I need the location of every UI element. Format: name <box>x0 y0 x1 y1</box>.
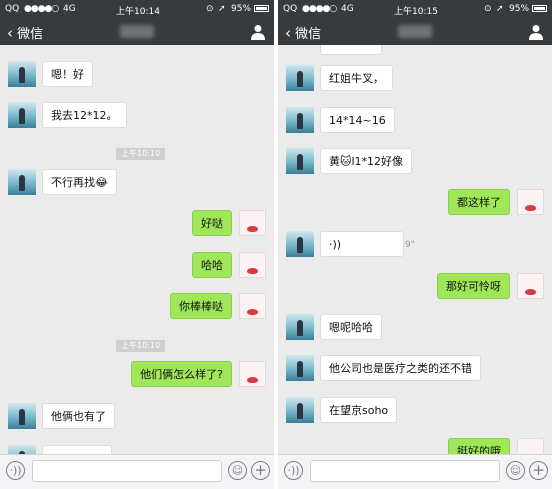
message-input[interactable] <box>310 460 500 482</box>
input-bar: ·)) ☺ + <box>278 454 552 489</box>
battery-icon <box>254 5 269 12</box>
chat-title-blurred <box>398 25 432 38</box>
message-bubble[interactable]: 黄🐱l1*12好像 <box>320 148 413 174</box>
status-bar: QQ ●●●●○ 4G 上午10:14 ⊙ ➚ 95% <box>0 0 274 19</box>
message-bubble[interactable]: 我去12*12。 <box>42 102 127 128</box>
avatar[interactable] <box>8 61 36 87</box>
message-list[interactable]: 红姐牛叉， 14*14~16 黄🐱l1*12好像 都这样了 ·)) 9" 那好可… <box>278 45 552 454</box>
nav-bar: ‹ 微信 <box>278 19 552 45</box>
avatar[interactable] <box>286 65 314 91</box>
message-bubble[interactable]: 都这样了 <box>448 189 510 215</box>
rotation-lock-icon: ⊙ <box>206 4 214 14</box>
nav-bar: ‹ 微信 <box>0 19 274 45</box>
chevron-left-icon: ‹ <box>285 24 291 42</box>
back-button[interactable]: ‹ 微信 <box>7 23 43 42</box>
chat-title-blurred <box>120 25 154 38</box>
avatar[interactable] <box>239 252 266 278</box>
voice-icon: ·)) <box>329 238 342 251</box>
avatar[interactable] <box>8 445 36 454</box>
voice-icon[interactable]: ·)) <box>6 461 25 480</box>
chat-screen-right: QQ ●●●●○ 4G 上午10:15 ⊙ ➚ 95% ‹ 微信 红姐牛叉， 1… <box>278 0 552 489</box>
avatar[interactable] <box>8 169 36 195</box>
message-bubble[interactable]: 不行再找😂 <box>42 169 117 195</box>
avatar[interactable] <box>286 397 314 423</box>
message-bubble[interactable] <box>320 45 382 55</box>
avatar[interactable] <box>286 231 314 257</box>
avatar[interactable] <box>239 293 266 319</box>
message-bubble[interactable]: 他们俩怎么样了? <box>131 361 232 387</box>
plus-icon[interactable]: + <box>529 461 548 480</box>
message-bubble[interactable]: 你棒棒哒 <box>170 293 232 319</box>
signal-strength: ●●●●○ <box>302 4 337 14</box>
battery-icon <box>532 5 547 12</box>
input-bar: ·)) ☺ + <box>0 454 274 489</box>
person-icon[interactable] <box>251 24 265 40</box>
message-list[interactable]: 嗯！好 我去12*12。 上午10:10 不行再找😂 好哒 哈哈 你棒棒哒 上午… <box>0 45 274 454</box>
network-label: 4G <box>63 4 76 14</box>
message-bubble[interactable]: 他公司也是医疗之类的还不错 <box>320 355 481 381</box>
clock: 上午10:15 <box>394 7 438 17</box>
message-bubble[interactable]: 好哒 <box>192 210 232 236</box>
message-bubble[interactable]: 嗯呢哈哈 <box>320 314 382 340</box>
back-label: 微信 <box>17 27 44 42</box>
battery-percent: 95% <box>231 4 252 14</box>
plus-icon[interactable]: + <box>251 461 270 480</box>
avatar[interactable] <box>286 148 314 174</box>
message-bubble[interactable]: 哈哈 <box>192 252 232 278</box>
voice-icon[interactable]: ·)) <box>284 461 303 480</box>
message-bubble[interactable]: 嗯！好 <box>42 61 93 87</box>
message-bubble[interactable]: 红姐牛叉， <box>320 65 393 91</box>
message-bubble[interactable]: 挺好的哦 <box>448 438 510 454</box>
signal-strength: ●●●●○ <box>24 4 59 14</box>
message-bubble[interactable]: 在望京soho <box>320 397 398 423</box>
emoji-icon[interactable]: ☺ <box>506 461 525 480</box>
avatar[interactable] <box>286 355 314 381</box>
avatar[interactable] <box>286 107 314 133</box>
back-button[interactable]: ‹ 微信 <box>285 23 321 42</box>
avatar[interactable] <box>239 210 266 236</box>
message-bubble[interactable]: 那好可怜呀 <box>437 273 510 299</box>
clock: 上午10:14 <box>116 7 160 17</box>
avatar[interactable] <box>239 361 266 387</box>
avatar[interactable] <box>517 189 544 215</box>
avatar[interactable] <box>8 102 36 128</box>
avatar[interactable] <box>8 403 36 429</box>
time-stamp: 上午10:10 <box>116 340 166 352</box>
battery-percent: 95% <box>509 4 530 14</box>
message-bubble[interactable]: 14*14~16 <box>320 107 395 133</box>
network-label: 4G <box>341 4 354 14</box>
chat-screen-left: QQ ●●●●○ 4G 上午10:14 ⊙ ➚ 95% ‹ 微信 嗯！好 我去1… <box>0 0 274 489</box>
carrier-label: QQ <box>283 4 298 14</box>
message-bubble[interactable] <box>42 445 112 454</box>
avatar[interactable] <box>517 273 544 299</box>
message-bubble[interactable]: 他俩也有了 <box>42 403 115 429</box>
message-input[interactable] <box>32 460 222 482</box>
avatar[interactable] <box>286 314 314 340</box>
status-bar: QQ ●●●●○ 4G 上午10:15 ⊙ ➚ 95% <box>278 0 552 19</box>
voice-bubble[interactable]: ·)) <box>320 231 404 257</box>
back-label: 微信 <box>295 27 322 42</box>
carrier-label: QQ <box>5 4 20 14</box>
voice-duration: 9" <box>405 240 415 250</box>
emoji-icon[interactable]: ☺ <box>228 461 247 480</box>
chevron-left-icon: ‹ <box>7 24 13 42</box>
avatar[interactable] <box>517 438 544 454</box>
location-arrow-icon: ➚ <box>218 4 226 14</box>
location-arrow-icon: ➚ <box>496 4 504 14</box>
rotation-lock-icon: ⊙ <box>484 4 492 14</box>
time-stamp: 上午10:10 <box>116 148 166 160</box>
person-icon[interactable] <box>529 24 543 40</box>
